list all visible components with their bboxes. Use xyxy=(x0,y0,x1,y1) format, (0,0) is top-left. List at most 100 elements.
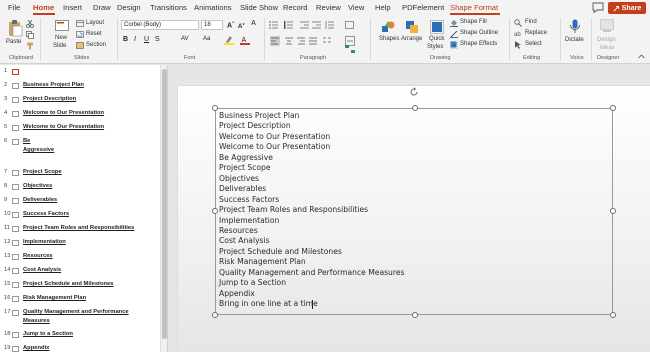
slide-thumbnail-icon[interactable] xyxy=(12,240,19,246)
slide-text-line[interactable]: Quality Management and Performance Measu… xyxy=(219,268,404,277)
reset-button[interactable]: Reset xyxy=(86,31,102,37)
slide-title[interactable]: Welcome to Our Presentation xyxy=(23,124,104,130)
slide-title[interactable]: Project Schedule and Milestones xyxy=(23,281,114,287)
design-ideas-label-1[interactable]: Design xyxy=(597,37,616,43)
highlight-icon[interactable] xyxy=(224,35,234,45)
slide-text-line[interactable]: Project Schedule and Milestones xyxy=(219,247,342,256)
slide-title[interactable]: Success Factors xyxy=(23,211,69,217)
slide-text-line[interactable]: Project Team Roles and Responsibilities xyxy=(219,205,368,214)
align-left-icon[interactable] xyxy=(270,36,280,46)
slide-thumbnail-icon[interactable] xyxy=(12,332,19,338)
outline-scrollbar[interactable] xyxy=(160,65,167,352)
decrease-indent-icon[interactable] xyxy=(300,21,309,29)
clear-formatting-icon[interactable]: A xyxy=(251,20,256,27)
tab-animations[interactable]: Animations xyxy=(194,3,232,12)
align-right-icon[interactable] xyxy=(296,36,306,46)
slide-text-line[interactable]: Welcome to Our Presentation xyxy=(219,132,330,141)
slide-thumbnail-icon[interactable] xyxy=(12,226,19,232)
resize-handle-left[interactable] xyxy=(212,208,218,214)
rotate-handle-icon[interactable] xyxy=(409,87,419,97)
grow-font-icon[interactable]: A^ xyxy=(227,20,234,29)
slide-text-line[interactable]: Cost Analysis xyxy=(219,236,270,245)
slide-thumbnail-icon[interactable] xyxy=(12,346,19,352)
shape-fill-icon[interactable] xyxy=(450,19,458,27)
align-center-icon[interactable] xyxy=(284,36,294,46)
slide-title[interactable]: Jump to a Section xyxy=(23,331,73,337)
shape-effects-icon[interactable] xyxy=(450,41,458,49)
shape-outline-icon[interactable] xyxy=(450,30,458,38)
slide-title[interactable]: Cost Analysis xyxy=(23,267,61,273)
tab-review[interactable]: Review xyxy=(316,3,341,12)
section-button[interactable]: Section xyxy=(86,42,106,48)
slide-text-line[interactable]: Project Description xyxy=(219,121,291,130)
resize-handle-bottom[interactable] xyxy=(412,312,418,318)
tab-insert[interactable]: Insert xyxy=(63,3,82,12)
select-button[interactable]: Select xyxy=(525,41,542,47)
slide-text-line[interactable]: Deliverables xyxy=(219,184,266,193)
slide-title[interactable]: Appendix xyxy=(23,345,49,351)
tab-draw[interactable]: Draw xyxy=(93,3,111,12)
slide-thumbnail-icon[interactable] xyxy=(12,184,19,190)
bullets-icon[interactable] xyxy=(269,21,278,29)
slide-title-continued[interactable]: Aggressive xyxy=(23,147,54,153)
justify-icon[interactable] xyxy=(308,36,318,46)
resize-handle-top-right[interactable] xyxy=(610,105,616,111)
slide-title-continued[interactable]: Measures xyxy=(23,318,50,324)
tab-transitions[interactable]: Transitions xyxy=(150,3,187,12)
arrange-icon[interactable] xyxy=(405,20,419,34)
slide-thumbnail-icon[interactable] xyxy=(12,97,19,103)
slide-text-line[interactable]: Risk Management Plan xyxy=(219,257,306,266)
resize-handle-top[interactable] xyxy=(412,105,418,111)
change-case-icon[interactable]: Aa xyxy=(203,36,210,42)
design-ideas-label-2[interactable]: Ideas xyxy=(600,45,615,51)
tab-shape-format[interactable]: Shape Format xyxy=(450,3,498,12)
reset-icon[interactable] xyxy=(76,31,84,38)
new-slide-label-1[interactable]: New xyxy=(55,35,67,41)
slide-title[interactable]: Be xyxy=(23,138,30,144)
content-textbox[interactable]: Business Project Plan Project Description… xyxy=(212,105,616,318)
slide-thumbnail-icon[interactable] xyxy=(12,212,19,218)
slide-thumbnail-icon[interactable] xyxy=(12,296,19,302)
quick-styles-label-1[interactable]: Quick xyxy=(429,36,444,42)
shapes-button[interactable]: Shapes xyxy=(379,36,399,42)
shape-fill-button[interactable]: Shape Fill xyxy=(460,19,487,25)
resize-handle-bottom-left[interactable] xyxy=(212,312,218,318)
slide-thumbnail-icon[interactable] xyxy=(12,282,19,288)
slide-text-line[interactable]: Implementation xyxy=(219,216,279,225)
slide-text-line[interactable]: Welcome to Our Presentation xyxy=(219,142,330,151)
dictate-button[interactable]: Dictate xyxy=(565,37,584,43)
collapse-ribbon-icon[interactable] xyxy=(638,54,645,59)
strikethrough-icon[interactable]: S xyxy=(155,36,160,43)
slide-text-line[interactable]: Resources xyxy=(219,226,258,235)
format-painter-icon[interactable] xyxy=(26,42,34,50)
tab-pdfelement[interactable]: PDFelement xyxy=(402,3,444,12)
tab-record[interactable]: Record xyxy=(283,3,307,12)
numbering-icon[interactable] xyxy=(284,21,293,29)
slide-title[interactable]: Business Project Plan xyxy=(23,82,84,88)
new-slide-icon[interactable] xyxy=(55,20,69,32)
find-button[interactable]: Find xyxy=(525,19,537,25)
microphone-icon[interactable] xyxy=(569,19,581,35)
slide-text-line[interactable]: Objectives xyxy=(219,174,259,183)
slide-text-line[interactable]: Success Factors xyxy=(219,195,279,204)
bold-icon[interactable]: B xyxy=(123,36,128,43)
slide-thumbnail-icon[interactable] xyxy=(12,69,19,75)
columns-icon[interactable] xyxy=(322,36,332,46)
tab-home[interactable]: Home xyxy=(33,3,54,12)
layout-icon[interactable] xyxy=(76,20,84,27)
slide-text-line[interactable]: Appendix xyxy=(219,289,255,298)
replace-button[interactable]: Replace xyxy=(525,30,547,36)
shapes-icon[interactable] xyxy=(381,20,395,34)
tab-design[interactable]: Design xyxy=(117,3,141,12)
character-spacing-icon[interactable]: AV xyxy=(181,36,189,42)
slide-title[interactable]: Objectives xyxy=(23,183,52,189)
slide-thumbnail-icon[interactable] xyxy=(12,111,19,117)
slide-thumbnail-icon[interactable] xyxy=(12,139,19,145)
italic-icon[interactable]: I xyxy=(134,36,136,43)
slide-title[interactable]: Resources xyxy=(23,253,53,259)
paste-button[interactable]: Paste xyxy=(6,39,21,45)
slide-title[interactable]: Implementation xyxy=(23,239,66,245)
arrange-button[interactable]: Arrange xyxy=(401,36,422,42)
slide-title[interactable]: Welcome to Our Presentation xyxy=(23,110,104,116)
slide-thumbnail-icon[interactable] xyxy=(12,170,19,176)
